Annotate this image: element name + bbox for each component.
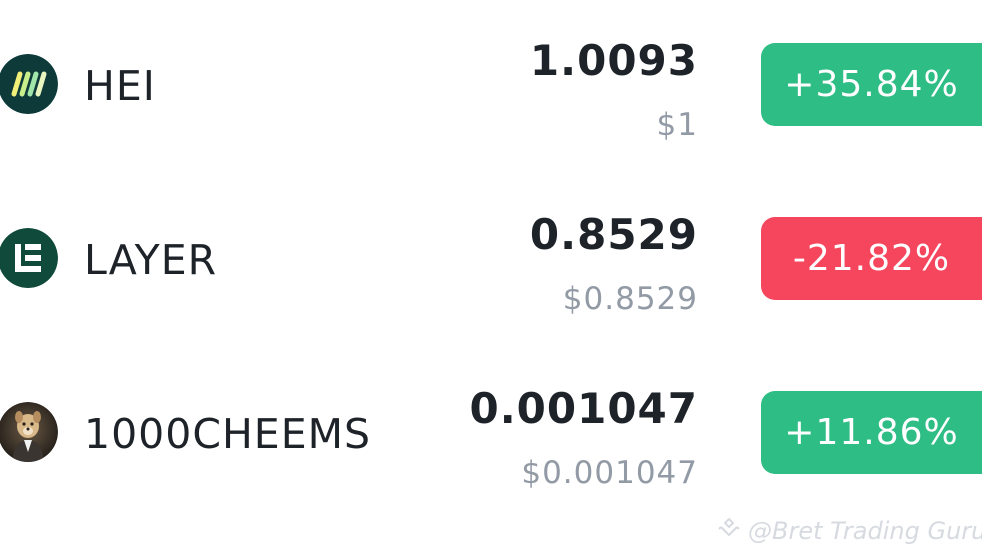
coin-symbol: HEI [84, 62, 156, 110]
change-percent-badge[interactable]: -21.82% [761, 217, 982, 300]
usd-price: $1 [656, 107, 698, 143]
cheems-token-icon [0, 402, 58, 462]
last-price: 0.001047 [469, 384, 698, 433]
change-percent-label: -21.82% [792, 237, 951, 279]
hei-token-icon [0, 54, 58, 114]
last-price: 1.0093 [529, 36, 698, 85]
coin-symbol: LAYER [84, 236, 218, 284]
market-row-layer[interactable]: LAYER 0.8529 $0.8529 -21.82% [0, 174, 982, 348]
watermark-text: @Bret Trading Guru [748, 517, 982, 545]
layer-token-icon [0, 228, 58, 288]
change-percent-badge[interactable]: +35.84% [761, 43, 982, 126]
coin-symbol: 1000CHEEMS [84, 410, 372, 458]
usd-price: $0.001047 [521, 455, 698, 491]
last-price: 0.8529 [529, 210, 698, 259]
market-row-hei[interactable]: HEI 1.0093 $1 +35.84% [0, 0, 982, 174]
binance-square-logo-icon [716, 516, 742, 546]
change-percent-label: +35.84% [784, 63, 959, 105]
market-row-1000cheems[interactable]: 1000CHEEMS 0.001047 $0.001047 +11.86% [0, 348, 982, 522]
usd-price: $0.8529 [562, 281, 698, 317]
watermark: @Bret Trading Guru [716, 514, 982, 548]
change-percent-badge[interactable]: +11.86% [761, 391, 982, 474]
change-percent-label: +11.86% [784, 411, 959, 453]
